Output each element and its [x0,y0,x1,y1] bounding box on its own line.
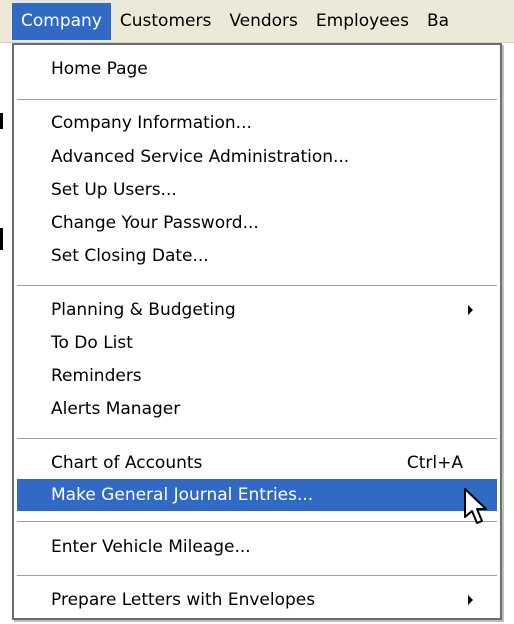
menu-item-chart-of-accounts[interactable]: Chart of Accounts Ctrl+A [17,447,497,479]
menu-item-label: Prepare Letters with Envelopes [51,590,316,610]
menu-banking[interactable]: Ba [418,3,458,40]
menu-item-label: Alerts Manager [51,399,181,419]
menu-item-planning-budgeting[interactable]: Planning & Budgeting [17,294,497,326]
menu-separator [17,438,497,440]
menu-item-shortcut: Ctrl+A [406,453,463,473]
menu-item-label: Home Page [51,59,148,79]
submenu-arrow-icon [468,305,473,315]
menu-separator [17,285,497,287]
menu-employees[interactable]: Employees [307,3,418,40]
menu-item-company-information[interactable]: Company Information... [17,107,497,139]
menu-item-label: Set Up Users... [51,180,177,200]
submenu-arrow-icon [468,595,473,605]
menu-separator [17,575,497,577]
menu-item-label: Set Closing Date... [51,246,209,266]
menu-vendors[interactable]: Vendors [220,3,307,40]
menu-item-change-password[interactable]: Change Your Password... [17,207,497,239]
menu-item-alerts-manager[interactable]: Alerts Manager [17,393,497,425]
menu-item-reminders[interactable]: Reminders [17,360,497,392]
menu-item-label: Reminders [51,366,142,386]
menu-item-home-page[interactable]: Home Page [17,53,497,85]
app-window: Company Customers Vendors Employees Ba H… [0,0,514,624]
menu-item-label: Make General Journal Entries... [51,485,314,505]
company-dropdown-menu: Home Page Company Information... Advance… [12,43,502,620]
menu-item-enter-vehicle-mileage[interactable]: Enter Vehicle Mileage... [17,531,497,563]
edge-mark [0,113,3,129]
menu-item-label: To Do List [51,333,133,353]
menu-customers[interactable]: Customers [111,3,220,40]
menu-separator [17,521,497,523]
menu-item-label: Change Your Password... [51,213,259,233]
menu-separator [17,99,497,101]
background-edge [0,43,12,624]
menu-item-label: Company Information... [51,113,252,133]
menu-item-label: Enter Vehicle Mileage... [51,537,251,557]
menu-item-to-do-list[interactable]: To Do List [17,327,497,359]
menu-item-prepare-letters-with-envelopes[interactable]: Prepare Letters with Envelopes [17,584,497,616]
arrow-pointer-icon [464,488,487,524]
edge-mark [0,228,3,250]
menu-item-label: Advanced Service Administration... [51,147,350,167]
menu-item-label: Planning & Budgeting [51,300,236,320]
menu-bar: Company Customers Vendors Employees Ba [0,0,514,43]
menu-item-advanced-service-administration[interactable]: Advanced Service Administration... [17,141,497,173]
menu-item-set-up-users[interactable]: Set Up Users... [17,174,497,206]
menu-company[interactable]: Company [12,2,111,40]
menu-item-make-general-journal-entries[interactable]: Make General Journal Entries... [17,479,497,511]
menu-item-set-closing-date[interactable]: Set Closing Date... [17,240,497,272]
